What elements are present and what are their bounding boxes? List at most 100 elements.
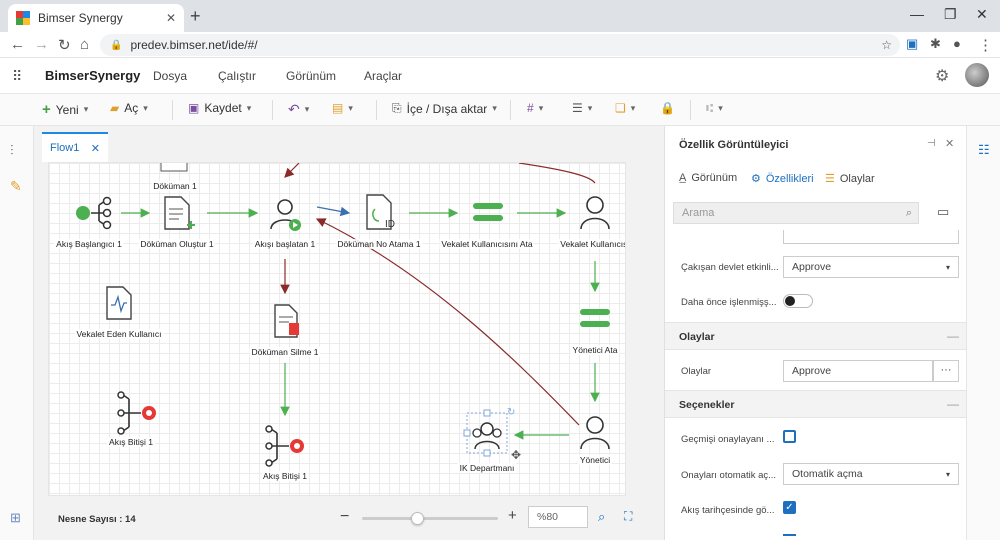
extensions-icon[interactable]: ✱ — [930, 36, 941, 52]
connector-top-arc[interactable] — [518, 163, 596, 184]
menu-calistir[interactable]: Çalıştır — [218, 69, 256, 83]
network-icon[interactable]: ⊞ — [10, 510, 21, 526]
properties-list-icon[interactable]: ☷ — [978, 142, 990, 158]
collapse-minus-icon[interactable]: — — [947, 329, 959, 343]
folder-icon: ▰ — [110, 101, 120, 115]
flow-canvas[interactable]: ID ↻ ✥ Döküman 1 Akış Başlangıcı 1 Döküm… — [48, 162, 626, 496]
node-label-proxy-giver: Vekalet Eden Kullanıcı — [74, 329, 164, 339]
translate-icon[interactable]: ▣ — [906, 36, 918, 52]
chevron-down-icon: ▾ — [348, 102, 353, 113]
document-node-top[interactable] — [160, 163, 188, 172]
close-window-icon[interactable]: ✕ — [976, 6, 988, 23]
hr-department-node[interactable]: ↻ ✥ — [463, 407, 521, 462]
create-document-node[interactable] — [164, 196, 195, 230]
new-tab-icon[interactable]: + — [190, 6, 201, 27]
menu-dosya[interactable]: Dosya — [153, 69, 187, 83]
import-export-button[interactable]: ⎘ İçe / Dışa aktar ▾ — [392, 101, 497, 116]
sliders-icon[interactable]: ⫶ — [10, 142, 14, 159]
minimize-icon[interactable]: — — [910, 6, 924, 22]
toolbar-divider — [172, 100, 173, 120]
flow-end-node-left[interactable] — [117, 391, 156, 435]
document-tab-flow1[interactable]: Flow1 ✕ — [42, 132, 108, 162]
close-panel-icon[interactable]: ✕ — [945, 137, 954, 150]
tab-olaylar-label: Olaylar — [839, 172, 875, 185]
collapse-view-icon[interactable]: ▭ — [937, 204, 949, 220]
chevron-down-icon: ▾ — [587, 102, 593, 113]
url-input[interactable]: 🔒 predev.bimser.net/ide/#/ ☆ — [100, 34, 900, 56]
fullscreen-icon[interactable]: ⛶ — [624, 509, 632, 524]
history-checkbox[interactable] — [783, 430, 796, 443]
menu-gorunum[interactable]: Görünüm — [286, 69, 336, 83]
events-input[interactable]: Approve — [783, 360, 933, 382]
palette-icon[interactable]: ✎ — [10, 178, 22, 195]
zoom-in-icon[interactable]: + — [508, 507, 517, 524]
zoom-slider[interactable] — [362, 512, 498, 525]
reload-icon[interactable]: ↻ — [58, 36, 71, 54]
manager-node[interactable] — [580, 416, 610, 450]
cog-icon: ⚙ — [751, 173, 761, 185]
align-button[interactable]: ☰ ▾ — [572, 101, 592, 115]
partial-checkbox[interactable] — [783, 534, 796, 536]
back-icon[interactable]: ← — [10, 36, 25, 53]
connector-manager-loop-to-starter[interactable] — [315, 218, 580, 426]
app-launcher-icon[interactable]: ⠿ — [12, 68, 23, 85]
hierarchy-button[interactable]: ⑆ ▾ — [706, 101, 723, 115]
paste-button[interactable]: ▤ ▾ — [332, 101, 353, 115]
assign-proxy-node[interactable] — [473, 203, 503, 221]
tab-olaylar[interactable]: ☰ Olaylar — [825, 172, 875, 186]
proxy-giver-node[interactable] — [106, 286, 132, 320]
bimser-favicon-icon — [16, 11, 30, 25]
browser-tab[interactable]: Bimser Synergy ✕ — [8, 4, 184, 32]
flow-starter-user-node[interactable] — [270, 199, 301, 231]
tab-gorunum[interactable]: A̲ Görünüm — [679, 172, 737, 184]
browser-menu-icon[interactable]: ⋮ — [978, 36, 993, 54]
maximize-icon[interactable]: ❐ — [944, 6, 957, 23]
processed-toggle[interactable] — [783, 294, 813, 308]
save-button[interactable]: ▣ Kaydet ▾ — [188, 101, 251, 115]
home-icon[interactable]: ⌂ — [80, 36, 89, 53]
zoom-slider-thumb[interactable] — [411, 512, 424, 525]
flow-history-label: Akış tarihçesinde gö... — [681, 505, 775, 516]
right-tool-rail: ☷ — [966, 126, 1000, 540]
zoom-out-icon[interactable]: − — [340, 508, 349, 526]
flow-end-node-mid[interactable] — [265, 425, 304, 467]
delete-document-node[interactable] — [274, 304, 299, 338]
flow-history-checkbox[interactable]: ✓ — [783, 501, 796, 514]
proxy-user-node[interactable] — [580, 196, 610, 230]
bookmark-star-icon[interactable]: ☆ — [881, 38, 892, 52]
assign-manager-node[interactable] — [580, 309, 610, 327]
user-avatar[interactable] — [965, 63, 989, 87]
menu-araclar[interactable]: Araçlar — [364, 69, 402, 83]
partial-field[interactable] — [783, 230, 959, 244]
arrange-button[interactable]: ❏ ▾ — [615, 101, 635, 115]
pin-icon[interactable]: ⊣ — [927, 138, 936, 149]
zoom-to-fit-icon[interactable]: ⌕ — [598, 509, 605, 525]
zoom-input[interactable]: %80 — [528, 506, 588, 528]
conflict-value: Approve — [792, 261, 832, 273]
chevron-down-icon: ▾ — [304, 104, 310, 114]
settings-gear-icon[interactable]: ⚙ — [935, 66, 949, 86]
close-tab-icon[interactable]: ✕ — [166, 11, 176, 25]
options-section-header[interactable]: Seçenekler — — [665, 390, 967, 418]
grid-button[interactable]: # ▾ — [527, 101, 543, 115]
forward-icon[interactable]: → — [34, 36, 49, 53]
auto-open-select[interactable]: Otomatik açma ▾ — [783, 463, 959, 485]
flow-start-node[interactable] — [76, 196, 112, 230]
new-button[interactable]: + Yeni ▾ — [42, 101, 88, 118]
property-search-input[interactable]: Arama ⌕ — [673, 202, 919, 224]
connector-top-incoming[interactable] — [284, 163, 300, 178]
events-section-header[interactable]: Olaylar — — [665, 322, 967, 350]
profile-icon[interactable]: ● — [953, 36, 961, 51]
document-number-node[interactable]: ID — [366, 194, 395, 230]
tab-ozellikleri[interactable]: ⚙ Özellikleri — [751, 172, 814, 186]
conflict-select[interactable]: Approve ▾ — [783, 256, 959, 278]
open-button[interactable]: ▰ Aç ▾ — [110, 101, 148, 115]
undo-button[interactable]: ↶ ▾ — [288, 101, 309, 118]
connector-starter-to-docnumber[interactable] — [316, 206, 351, 217]
collapse-minus-icon[interactable]: — — [947, 397, 959, 411]
browser-tab-strip: Bimser Synergy ✕ + — ❐ ✕ — [0, 0, 1000, 32]
lock-button[interactable]: 🔒 — [660, 101, 675, 115]
events-more-button[interactable]: ··· — [933, 360, 959, 382]
close-document-icon[interactable]: ✕ — [91, 142, 100, 155]
browser-address-bar: ← → ↻ ⌂ 🔒 predev.bimser.net/ide/#/ ☆ ▣ ✱… — [0, 32, 1000, 58]
